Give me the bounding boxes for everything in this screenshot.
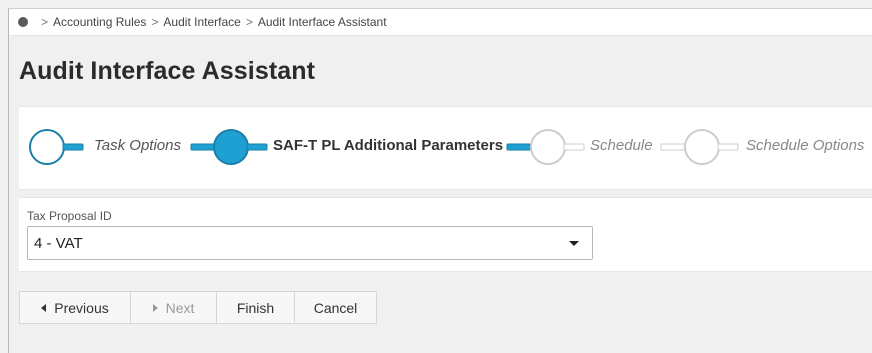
finish-button[interactable]: Finish [216,291,295,324]
step-1-label[interactable]: Task Options [94,137,181,154]
next-button-label: Next [165,299,195,316]
caret-left-icon [41,303,47,312]
step-2-connector-left [190,143,216,151]
breadcrumb-item-current: Audit Interface Assistant [257,15,387,29]
dropdown-arrow-icon[interactable] [569,241,579,246]
step-4-label[interactable]: Schedule Options [746,137,864,154]
step-1-circle[interactable] [29,129,65,165]
step-2-connector-right [246,143,268,151]
step-3-circle[interactable] [530,129,566,165]
cancel-button-label: Cancel [313,299,358,316]
step-3-connector-right [563,143,585,151]
home-icon[interactable] [18,17,28,27]
breadcrumb-separator: > [41,15,49,29]
step-4-connector-right [717,143,739,151]
tax-proposal-value: 4 - VAT [34,234,83,252]
next-button[interactable]: Next [130,291,217,324]
breadcrumb-item-accounting-rules[interactable]: Accounting Rules [53,15,146,29]
finish-button-label: Finish [236,299,275,316]
step-indicator: Task Options SAF-T PL Additional Paramet… [19,106,872,190]
breadcrumb-item-audit-interface[interactable]: Audit Interface [163,15,240,29]
previous-button-label: Previous [54,299,109,316]
previous-button[interactable]: Previous [19,291,131,324]
step-3-connector-left [506,143,532,151]
step-3-label[interactable]: Schedule [590,137,653,154]
parameters-form: Tax Proposal ID 4 - VAT [19,197,872,272]
caret-right-icon [152,303,158,312]
step-2-circle[interactable] [213,129,249,165]
tax-proposal-label: Tax Proposal ID [27,209,112,223]
step-4-circle[interactable] [684,129,720,165]
cancel-button[interactable]: Cancel [294,291,377,324]
step-2-label[interactable]: SAF-T PL Additional Parameters [273,137,503,154]
assistant-window: > Accounting Rules > Audit Interface > A… [8,8,872,353]
tax-proposal-select[interactable]: 4 - VAT [27,226,593,260]
page-title: Audit Interface Assistant [19,57,316,85]
step-4-connector-left [660,143,686,151]
breadcrumb-separator: > [151,15,159,29]
wizard-button-bar: Previous Next Finish Cancel [19,291,377,324]
breadcrumb-separator: > [245,15,253,29]
breadcrumb: > Accounting Rules > Audit Interface > A… [9,9,872,36]
step-1-connector [62,143,84,151]
